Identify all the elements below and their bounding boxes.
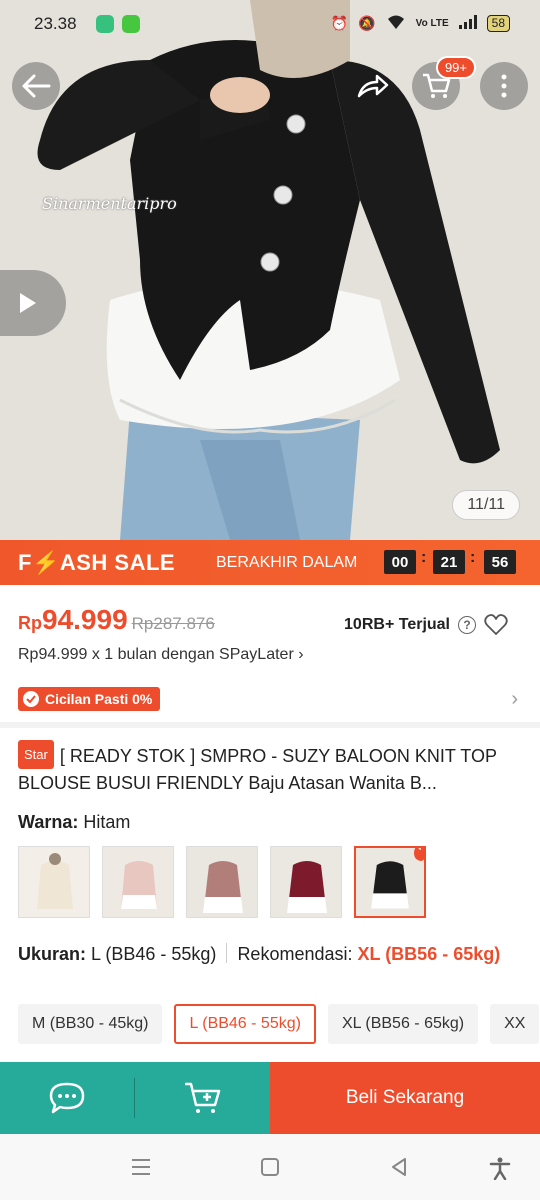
flash-sale-bar[interactable]: F⚡ASH SALE BERAKHIR DALAM 00 : 21 : 56: [0, 540, 540, 585]
sold-count: 10RB+ Terjual ?: [344, 614, 508, 636]
chevron-right-icon: ›: [511, 687, 518, 710]
add-to-cart-icon: [185, 1082, 221, 1113]
timer-separator: :: [470, 549, 476, 566]
cart-count-badge: 99+: [435, 56, 476, 79]
arrow-left-icon: [22, 74, 51, 98]
button-divider: [134, 1062, 136, 1134]
star-seller-badge: Star: [18, 740, 54, 769]
image-counter: 11/11: [452, 490, 520, 520]
product-title-row: Star[ READY STOK ] SMPRO - SUZY BALOON K…: [18, 740, 524, 797]
size-option-xl[interactable]: XL (BB56 - 65kg): [327, 1004, 479, 1044]
color-swatch[interactable]: [270, 846, 342, 918]
recommendation-value: XL (BB56 - 65kg): [357, 944, 501, 964]
check-badge-icon: [23, 691, 39, 707]
timer-minutes: 21: [433, 550, 465, 574]
size-label: Ukuran:: [18, 944, 87, 964]
timer-seconds: 56: [484, 550, 516, 574]
size-option-l-selected[interactable]: L (BB46 - 55kg): [174, 1004, 316, 1044]
system-nav-bar: [0, 1134, 540, 1200]
home-icon[interactable]: [259, 1156, 281, 1178]
status-icons: ⏰ 🔕 Vo LTE 58: [331, 14, 510, 33]
notification-app-icon: [122, 15, 140, 33]
color-label: Warna:: [18, 812, 79, 832]
recent-apps-icon[interactable]: [130, 1156, 152, 1178]
add-to-cart-button[interactable]: [136, 1062, 270, 1134]
back-nav-icon[interactable]: [388, 1156, 410, 1178]
flash-sale-logo: F⚡ASH SALE: [18, 549, 176, 575]
spaylater-installment[interactable]: Rp94.999 x 1 bulan dengan SPayLater ›: [18, 646, 304, 664]
price-original: Rp287.876: [131, 614, 215, 633]
price-currency: Rp: [18, 613, 42, 633]
cicilan-label: Cicilan Pasti 0%: [45, 691, 153, 707]
size-value: L (BB46 - 55kg): [91, 944, 217, 964]
timer-separator: :: [421, 549, 427, 566]
heart-icon[interactable]: [484, 614, 508, 636]
bottom-action-bar: Beli Sekarang: [0, 1062, 540, 1134]
section-divider: [0, 722, 540, 728]
color-value: Hitam: [83, 812, 131, 832]
cart-button[interactable]: 99+: [412, 56, 476, 110]
size-options: M (BB30 - 45kg) L (BB46 - 55kg) XL (BB56…: [18, 1004, 540, 1044]
size-option-m[interactable]: M (BB30 - 45kg): [18, 1004, 163, 1044]
play-video-button[interactable]: [0, 270, 66, 336]
color-swatch[interactable]: [102, 846, 174, 918]
mute-icon: 🔕: [358, 15, 376, 31]
recommendation-label: Rekomendasi:: [237, 944, 353, 964]
accessibility-icon[interactable]: [488, 1156, 512, 1180]
cicilan-badge: Cicilan Pasti 0%: [18, 687, 161, 711]
share-button[interactable]: [348, 62, 396, 110]
cicilan-row[interactable]: Cicilan Pasti 0% ›: [0, 676, 540, 722]
buy-now-button[interactable]: Beli Sekarang: [270, 1062, 540, 1134]
more-options-button[interactable]: [480, 62, 528, 110]
color-swatches: [18, 846, 426, 918]
price-row: Rp94.999 Rp287.876 10RB+ Terjual ?: [18, 604, 528, 644]
sold-label: 10RB+ Terjual: [344, 616, 450, 633]
fire-icon: [414, 848, 424, 861]
status-bar: 23.38 ⏰ 🔕 Vo LTE 58: [0, 12, 540, 36]
size-option-xxl[interactable]: XX: [490, 1004, 540, 1044]
timer-hours: 00: [384, 550, 416, 574]
play-icon: [20, 293, 36, 313]
status-time: 23.38: [34, 14, 77, 33]
chat-icon: [49, 1082, 85, 1114]
notification-app-icon: [96, 15, 114, 33]
color-swatch[interactable]: [186, 846, 258, 918]
divider: [226, 943, 228, 963]
chat-button[interactable]: [0, 1062, 134, 1134]
flash-sale-ends-label: BERAKHIR DALAM: [216, 553, 358, 571]
network-label: Vo LTE: [415, 18, 449, 29]
signal-icon: [458, 15, 477, 32]
share-icon: [357, 74, 389, 98]
color-swatch[interactable]: [18, 846, 90, 918]
wifi-icon: [386, 14, 406, 33]
product-image[interactable]: Sinarmentaripro 23.38 ⏰ 🔕 Vo LTE 58 99+ …: [0, 0, 540, 540]
product-title: [ READY STOK ] SMPRO - SUZY BALOON KNIT …: [18, 746, 497, 793]
color-selection-label: Warna: Hitam: [18, 812, 130, 833]
color-swatch-selected[interactable]: [354, 846, 426, 918]
image-watermark: Sinarmentaripro: [42, 194, 177, 213]
help-icon[interactable]: ?: [458, 616, 476, 634]
back-button[interactable]: [12, 62, 60, 110]
product-page: Sinarmentaripro 23.38 ⏰ 🔕 Vo LTE 58 99+ …: [0, 0, 540, 1200]
more-vertical-icon: [501, 74, 507, 98]
alarm-icon: ⏰: [330, 15, 349, 31]
battery-icon: 58: [486, 15, 510, 32]
price-current: 94.999: [42, 604, 128, 635]
size-selection-label: Ukuran: L (BB46 - 55kg) Rekomendasi: XL (…: [18, 942, 528, 966]
